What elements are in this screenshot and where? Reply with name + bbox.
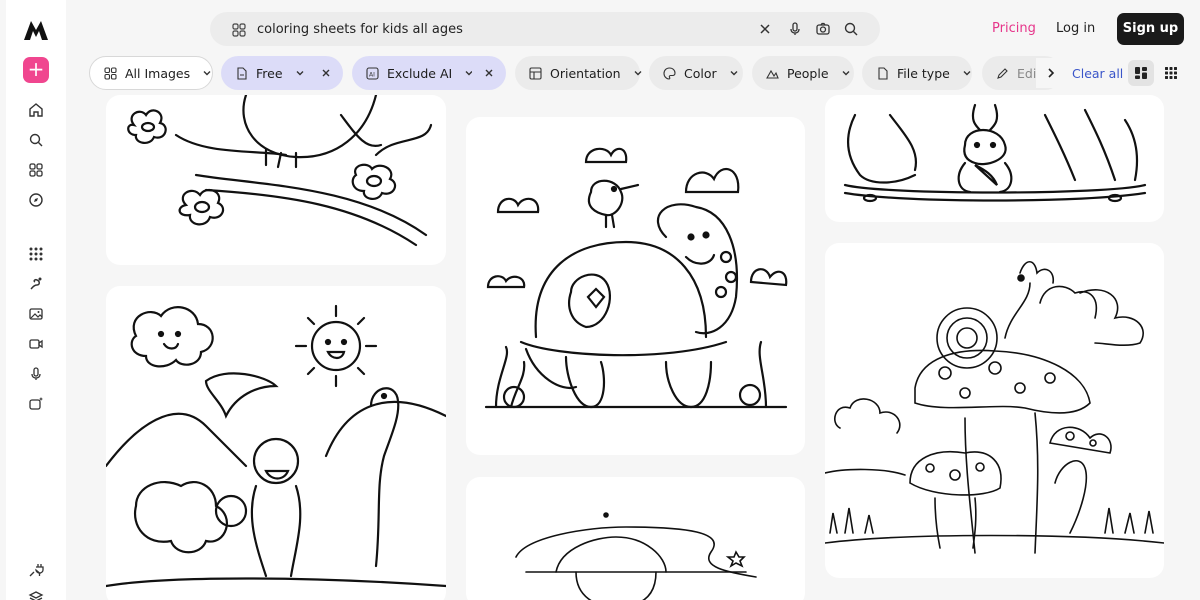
filter-label: File type — [897, 65, 950, 81]
chevron-down-icon — [633, 68, 643, 78]
filter-label: People — [787, 65, 829, 81]
search-input[interactable] — [257, 18, 777, 40]
masonry-view-button[interactable] — [1128, 60, 1154, 86]
signup-button[interactable]: Sign up — [1117, 13, 1184, 45]
filter-free[interactable]: Free — [221, 56, 309, 90]
close-icon[interactable] — [757, 21, 773, 37]
close-icon — [322, 69, 330, 77]
filter-label: Exclude AI — [387, 65, 453, 81]
sidebar: + — [6, 0, 66, 600]
file-icon — [235, 66, 248, 80]
grid-icon[interactable] — [28, 162, 44, 178]
chevron-right-icon — [1048, 68, 1055, 78]
coloring-image-person-hat — [515, 512, 757, 600]
chevron-down-icon — [295, 68, 305, 78]
image-icon[interactable] — [28, 306, 44, 322]
grid-icon — [104, 66, 117, 80]
result-card[interactable] — [106, 95, 446, 265]
microphone-icon[interactable] — [787, 21, 803, 37]
camera-icon[interactable] — [815, 21, 831, 37]
masonry-icon — [1135, 67, 1147, 79]
file-icon — [876, 66, 889, 80]
grid-icon — [232, 22, 246, 37]
layers-icon[interactable] — [28, 590, 44, 600]
filter-people[interactable]: People — [752, 56, 854, 90]
filter-all-images[interactable]: All Images — [89, 56, 213, 90]
result-card[interactable] — [466, 477, 805, 600]
filter-label: Color — [684, 65, 717, 81]
ai-icon: AI — [366, 66, 379, 80]
remove-exclude-ai-filter-button[interactable] — [472, 56, 506, 90]
layout-icon — [529, 66, 542, 80]
microphone-icon[interactable] — [28, 366, 44, 382]
result-card[interactable] — [106, 286, 446, 600]
apps-icon[interactable] — [28, 246, 44, 262]
filter-label: All Images — [125, 65, 191, 81]
coloring-image-turtle — [484, 147, 788, 409]
grid-dots-icon — [1165, 67, 1177, 79]
remove-free-filter-button[interactable] — [309, 56, 343, 90]
filter-file-type[interactable]: File type — [862, 56, 972, 90]
chevron-down-icon — [962, 68, 972, 78]
palette-icon — [663, 66, 676, 80]
people-icon — [766, 67, 779, 80]
chevron-down-icon — [841, 68, 851, 78]
create-button[interactable]: + — [23, 57, 49, 83]
search-icon[interactable] — [28, 132, 44, 148]
chevron-down-icon — [202, 68, 212, 78]
brand-logo-icon[interactable] — [22, 16, 50, 44]
result-card[interactable] — [825, 243, 1164, 578]
coloring-image-snail-mushrooms — [825, 260, 1164, 554]
clear-all-link[interactable]: Clear all — [1072, 66, 1123, 81]
brush-icon[interactable] — [28, 276, 44, 292]
chevron-down-icon — [729, 68, 739, 78]
coloring-image-bird-branch — [127, 95, 433, 247]
result-card[interactable] — [466, 117, 805, 455]
filter-color[interactable]: Color — [649, 56, 743, 90]
video-icon[interactable] — [28, 336, 44, 352]
coloring-image-bunny — [843, 103, 1147, 203]
scroll-filters-right-button[interactable] — [1036, 58, 1066, 88]
pricing-link[interactable]: Pricing — [992, 21, 1036, 36]
search-icon[interactable] — [843, 21, 859, 37]
search-bar — [210, 12, 880, 46]
filter-label: Orientation — [550, 65, 621, 81]
close-icon — [485, 69, 493, 77]
filter-exclude-ai[interactable]: AI Exclude AI — [352, 56, 473, 90]
grid-view-button[interactable] — [1158, 60, 1184, 86]
svg-text:AI: AI — [369, 71, 375, 78]
coloring-image-dinosaurs — [106, 304, 446, 588]
pen-icon — [996, 67, 1009, 80]
sparkle-icon[interactable] — [28, 396, 44, 412]
home-icon[interactable] — [28, 102, 44, 118]
compass-icon[interactable] — [28, 192, 44, 208]
login-link[interactable]: Log in — [1056, 21, 1095, 36]
result-card[interactable] — [825, 95, 1164, 222]
plugin-icon[interactable] — [28, 562, 44, 578]
filter-label: Free — [256, 65, 283, 81]
filter-orientation[interactable]: Orientation — [515, 56, 643, 90]
